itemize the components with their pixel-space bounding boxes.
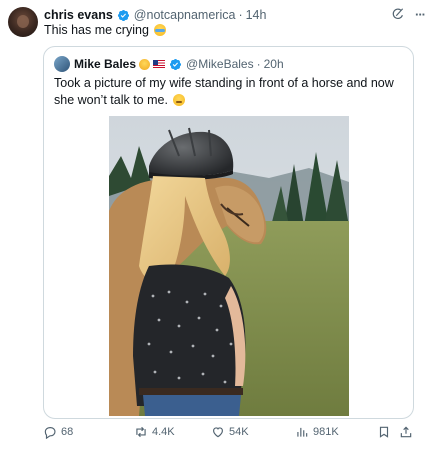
photo-wife-horse-icon [109, 116, 349, 416]
post-text: This has me crying [44, 23, 167, 37]
verified-badge-icon [117, 9, 129, 21]
like-count: 54K [229, 426, 249, 438]
repost-icon [136, 426, 146, 438]
author-avatar[interactable] [8, 7, 38, 37]
heart-icon [213, 427, 223, 438]
quoted-post-header: Mike Bales @MikeBales · 20h [54, 56, 284, 72]
post-time[interactable]: 14h [246, 8, 267, 22]
quoted-post-card[interactable]: Mike Bales @MikeBales · 20h Took a pictu… [43, 46, 414, 419]
views-action[interactable]: 981K [295, 425, 339, 439]
quoted-author-name: Mike Bales [74, 57, 137, 71]
views-chart-icon [297, 427, 308, 437]
views-count: 981K [313, 426, 339, 438]
more-options-icon[interactable]: ··· [415, 8, 426, 21]
repost-action[interactable]: 4.4K [134, 425, 175, 439]
reply-icon [44, 427, 56, 439]
bookmark-icon [379, 426, 389, 438]
post-text-content: This has me crying [44, 23, 149, 37]
share-action[interactable] [399, 425, 413, 439]
quoted-author-handle: @MikeBales [186, 57, 254, 71]
quoted-author-avatar [54, 56, 70, 72]
reply-count: 68 [61, 426, 74, 438]
post-header: chris evans @notcapnamerica · 14h ··· [44, 7, 426, 23]
separator-dot: · [238, 8, 243, 22]
quoted-separator-dot: · [256, 57, 261, 71]
share-icon [400, 426, 412, 438]
grok-icon[interactable] [391, 7, 405, 21]
quoted-post-time: 20h [263, 57, 284, 71]
post-actions-bar: 68 4.4K 54K 981K [43, 425, 415, 443]
quoted-post-image[interactable] [109, 116, 349, 416]
us-flag-icon [153, 60, 166, 68]
quoted-post-text-content: Took a picture of my wife standing in fr… [54, 76, 394, 107]
loudly-crying-face-icon [154, 24, 167, 36]
header-actions: ··· [391, 7, 426, 21]
author-handle[interactable]: @notcapnamerica [134, 8, 236, 22]
repost-count: 4.4K [152, 426, 175, 438]
quoted-post-text: Took a picture of my wife standing in fr… [54, 75, 404, 109]
quoted-verified-badge-icon [169, 58, 182, 70]
bookmark-action[interactable] [377, 425, 391, 439]
author-name[interactable]: chris evans [44, 8, 113, 22]
pensive-face-icon [173, 94, 186, 106]
like-action[interactable]: 54K [211, 425, 249, 439]
winking-face-icon [139, 58, 151, 70]
reply-action[interactable]: 68 [43, 425, 73, 439]
